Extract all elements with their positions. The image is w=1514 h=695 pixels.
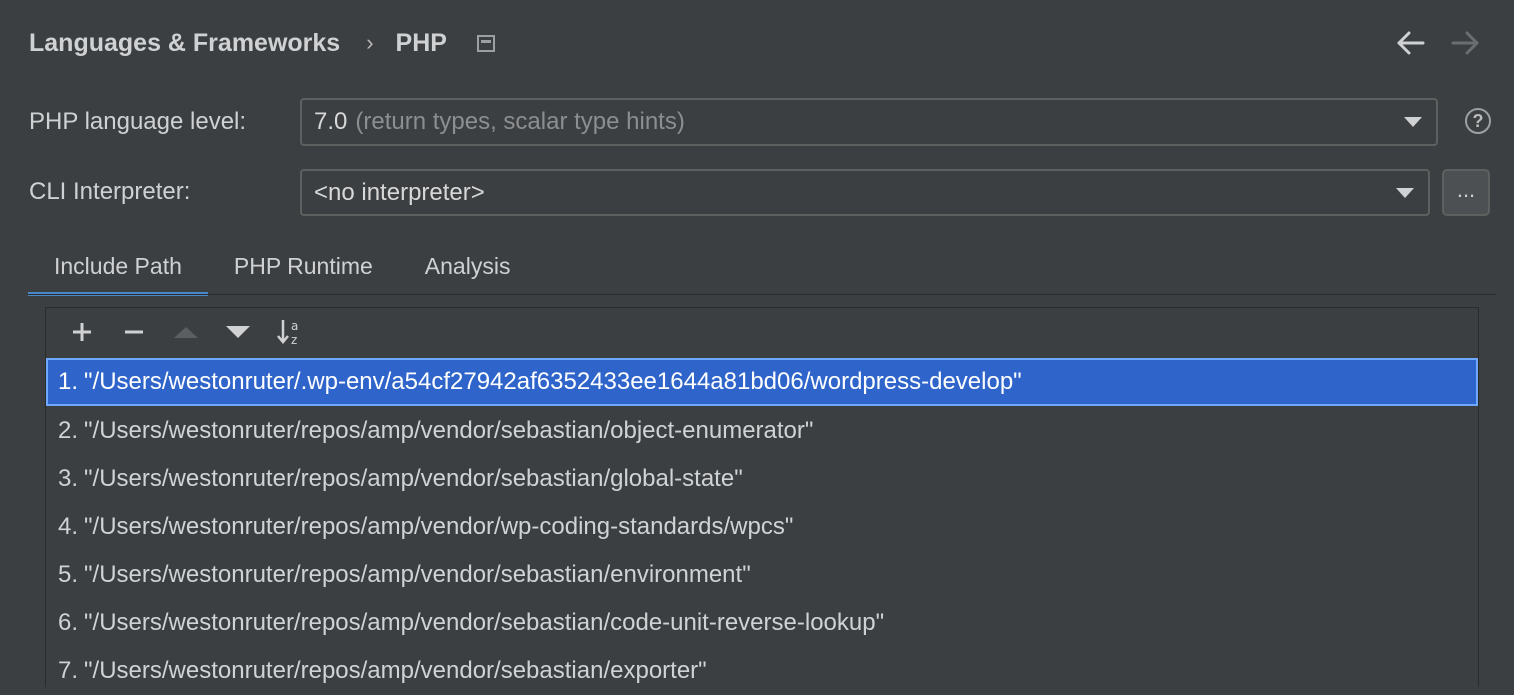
help-icon[interactable]: ? xyxy=(1465,108,1491,134)
chevron-down-icon xyxy=(1396,187,1414,198)
include-path-toolbar: a z xyxy=(56,314,316,350)
list-item[interactable]: 5. "/Users/westonruter/repos/amp/vendor/… xyxy=(46,551,1478,599)
list-item[interactable]: 2. "/Users/westonruter/repos/amp/vendor/… xyxy=(46,407,1478,455)
language-level-hint: (return types, scalar type hints) xyxy=(355,108,685,135)
add-icon[interactable] xyxy=(56,314,108,350)
breadcrumb-separator: › xyxy=(366,30,374,55)
forward-arrow-icon[interactable] xyxy=(1448,26,1482,60)
sort-alphabetically-icon[interactable]: a z xyxy=(264,314,316,350)
list-item[interactable]: 6. "/Users/westonruter/repos/amp/vendor/… xyxy=(46,599,1478,647)
remove-icon[interactable] xyxy=(108,314,160,350)
svg-text:a: a xyxy=(291,319,298,333)
list-item[interactable]: 1. "/Users/westonruter/.wp-env/a54cf2794… xyxy=(46,358,1478,406)
page-title: PHP xyxy=(395,28,447,57)
cli-interpreter-more-button[interactable]: ... xyxy=(1442,169,1490,216)
move-down-icon[interactable] xyxy=(212,314,264,350)
tab-bar: Include Path PHP Runtime Analysis xyxy=(28,240,536,296)
include-path-list[interactable]: 1. "/Users/westonruter/.wp-env/a54cf2794… xyxy=(46,357,1478,687)
chevron-down-icon xyxy=(1404,117,1422,127)
window-pin-icon[interactable] xyxy=(476,34,495,52)
tab-php-runtime[interactable]: PHP Runtime xyxy=(208,240,399,293)
language-level-value: 7.0 xyxy=(314,108,348,135)
list-item[interactable]: 3. "/Users/westonruter/repos/amp/vendor/… xyxy=(46,455,1478,503)
language-level-select[interactable]: 7.0 (return types, scalar type hints) xyxy=(300,98,1438,146)
cli-interpreter-label: CLI Interpreter: xyxy=(29,178,191,205)
cli-interpreter-select[interactable]: <no interpreter> xyxy=(300,169,1430,216)
tab-include-path[interactable]: Include Path xyxy=(28,240,208,296)
language-level-label: PHP language level: xyxy=(29,108,247,135)
back-arrow-icon[interactable] xyxy=(1394,26,1428,60)
move-up-icon xyxy=(160,314,212,350)
list-item[interactable]: 7. "/Users/westonruter/repos/amp/vendor/… xyxy=(46,647,1478,695)
tab-analysis[interactable]: Analysis xyxy=(399,240,537,293)
list-item[interactable]: 4. "/Users/westonruter/repos/amp/vendor/… xyxy=(46,503,1478,551)
breadcrumb-languages-frameworks[interactable]: Languages & Frameworks xyxy=(29,29,340,58)
breadcrumb: Languages & Frameworks › PHP xyxy=(29,26,495,60)
tabs-divider xyxy=(28,294,1496,295)
svg-text:z: z xyxy=(291,333,297,347)
cli-interpreter-value: <no interpreter> xyxy=(314,178,485,206)
